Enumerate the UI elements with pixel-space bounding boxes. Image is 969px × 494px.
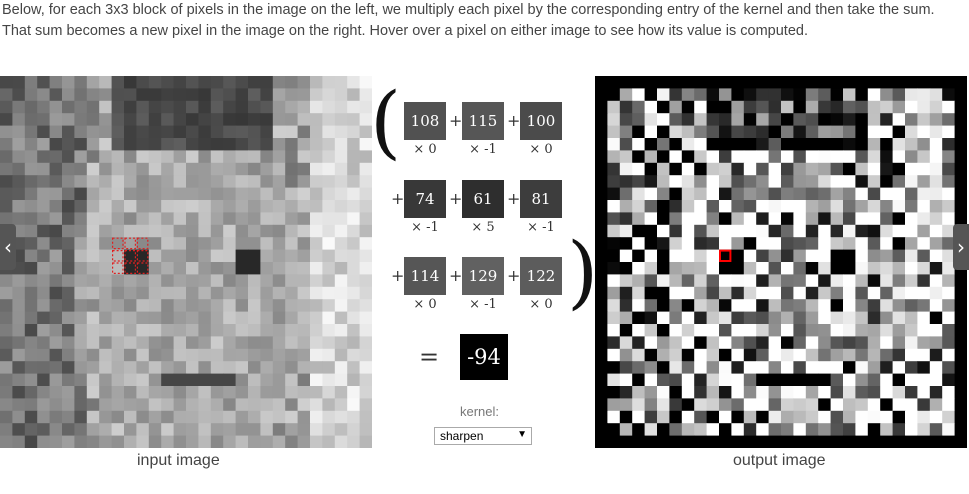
kernel-weight: × -1	[469, 297, 497, 312]
kernel-weight: × 5	[471, 220, 495, 235]
pixel-value-cell: 81	[520, 180, 562, 218]
input-image-caption: input image	[137, 452, 220, 469]
kernel-weight: × -1	[527, 220, 555, 235]
intro-text: Below, for each 3x3 block of pixels in t…	[2, 2, 935, 39]
kernel-weight: × -1	[469, 142, 497, 157]
pixel-value-cell: 100	[520, 102, 562, 140]
next-arrow-button[interactable]: ›	[953, 224, 969, 270]
kernel-label: kernel:	[460, 404, 500, 419]
kernel-weight: × 0	[529, 297, 553, 312]
left-parenthesis: (	[370, 75, 402, 168]
output-image[interactable]	[595, 76, 967, 448]
plus-sign: +	[507, 189, 521, 208]
kernel-weight: × -1	[411, 220, 439, 235]
pixel-value-cell: 114	[404, 257, 446, 295]
pixel-value-cell: 61	[462, 180, 504, 218]
plus-sign: +	[391, 189, 405, 208]
plus-sign: +	[391, 266, 405, 285]
plus-sign: +	[507, 111, 521, 130]
plus-sign: +	[507, 266, 521, 285]
prev-arrow-button[interactable]: ‹	[0, 224, 16, 270]
plus-sign: +	[449, 189, 463, 208]
input-image[interactable]	[0, 76, 372, 448]
pixel-value-cell: 115	[462, 102, 504, 140]
pixel-value-cell: 122	[520, 257, 562, 295]
kernel-select[interactable]: sharpen ▼	[434, 427, 532, 445]
plus-sign: +	[449, 266, 463, 285]
result-value: -94	[460, 334, 508, 380]
right-parenthesis: )	[567, 225, 599, 318]
pixel-value-cell: 108	[404, 102, 446, 140]
chevron-down-icon: ▼	[517, 429, 527, 440]
pixel-value-cell: 129	[462, 257, 504, 295]
equals-sign: =	[419, 343, 440, 371]
kernel-weight: × 0	[529, 142, 553, 157]
plus-sign: +	[449, 111, 463, 130]
pixel-value-cell: 74	[404, 180, 446, 218]
output-image-caption: output image	[733, 452, 826, 469]
kernel-weight: × 0	[413, 297, 437, 312]
kernel-selected-value: sharpen	[440, 429, 484, 443]
kernel-weight: × 0	[413, 142, 437, 157]
